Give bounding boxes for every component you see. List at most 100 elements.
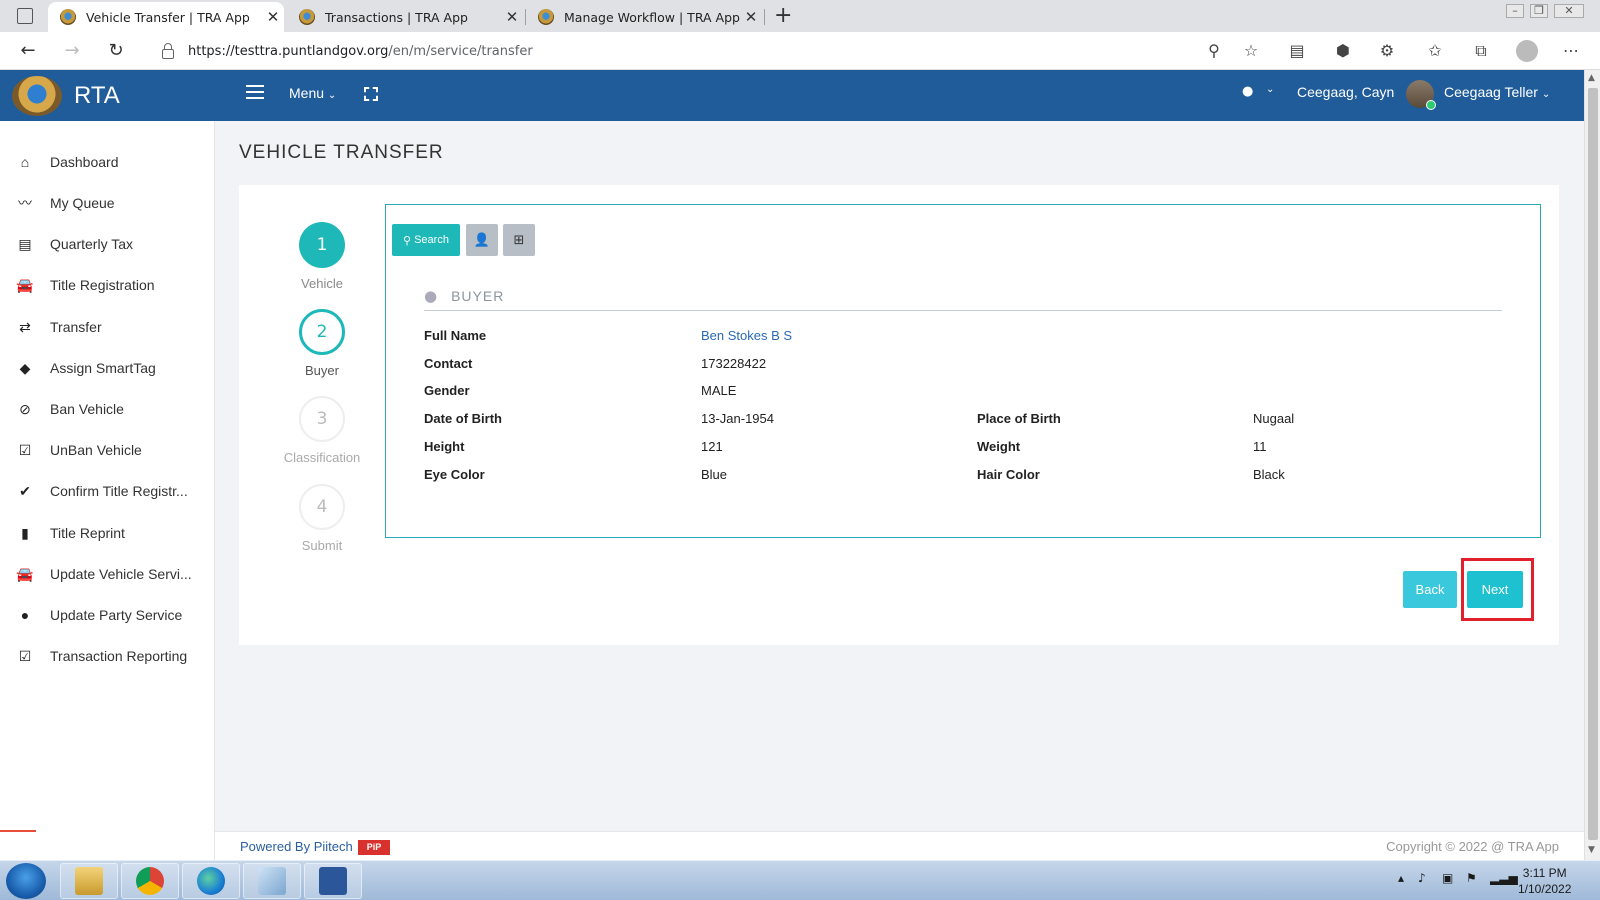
sidebar-item-assign-smarttag[interactable]: ◆ Assign SmartTag — [0, 348, 215, 388]
network-icon[interactable]: ▂▃▅ — [1490, 871, 1518, 885]
more-options-icon[interactable]: ⋯ — [1560, 41, 1582, 60]
sidebar: ⌂ Dashboard 〰 My Queue ▤ Quarterly Tax 🚘… — [0, 121, 215, 860]
taskbar-word[interactable] — [304, 863, 362, 899]
tab-vehicle-transfer[interactable]: Vehicle Transfer | TRA App ✕ — [48, 2, 284, 32]
scrollbar-thumb[interactable] — [1588, 88, 1598, 840]
add-person-button[interactable]: 👤 — [466, 224, 498, 256]
hair-color-label: Hair Color — [977, 467, 1040, 482]
close-tab-icon[interactable]: ✕ — [740, 8, 762, 26]
dob-label: Date of Birth — [424, 411, 502, 426]
laravel-debug-icon[interactable] — [0, 830, 36, 860]
close-window-icon[interactable]: ✕ — [1554, 4, 1584, 18]
minimize-icon[interactable]: – — [1506, 4, 1524, 18]
device-icon[interactable]: ▣ — [1442, 871, 1453, 885]
scroll-down-icon[interactable]: ▼ — [1588, 845, 1595, 855]
url-path: /en/m/service/transfer — [388, 43, 533, 59]
avatar[interactable] — [1406, 80, 1436, 110]
chrome-icon — [136, 867, 164, 895]
tra-favicon-icon — [538, 9, 554, 25]
username-dropdown[interactable]: Ceegaag Teller ⌄ — [1444, 84, 1550, 100]
taskbar-chrome[interactable] — [121, 863, 179, 899]
favorites-icon[interactable]: ✩ — [1424, 41, 1446, 60]
add-favorite-icon[interactable]: ☆ — [1240, 41, 1262, 60]
sidebar-item-confirm-title-registration[interactable]: ✔ Confirm Title Registr... — [0, 471, 215, 511]
tab-manage-workflow[interactable]: Manage Workflow | TRA App ✕ — [526, 2, 762, 32]
notepad-icon — [258, 867, 286, 895]
url-field[interactable]: https://testtra.puntlandgov.org/en/m/ser… — [146, 36, 1226, 66]
sidebar-item-ban-vehicle[interactable]: ⊘ Ban Vehicle — [0, 389, 215, 429]
search-button[interactable]: ⚲ Search — [392, 224, 460, 256]
scroll-up-icon[interactable]: ▲ — [1588, 73, 1595, 83]
reading-list-icon[interactable]: ▤ — [1286, 41, 1308, 60]
full-name-label: Full Name — [424, 328, 487, 343]
sidebar-item-label: Ban Vehicle — [50, 401, 124, 417]
step-classification[interactable]: 3 Classification — [262, 396, 382, 465]
sidebar-item-dashboard[interactable]: ⌂ Dashboard — [0, 142, 215, 182]
sidebar-item-transaction-reporting[interactable]: ☑ Transaction Reporting — [0, 636, 215, 676]
restore-icon[interactable]: ❐ — [1530, 4, 1548, 18]
zoom-icon[interactable]: ⚲ — [1203, 41, 1225, 60]
back-arrow-icon[interactable]: ← — [16, 40, 40, 61]
fullscreen-icon[interactable] — [364, 87, 378, 101]
sidebar-item-quarterly-tax[interactable]: ▤ Quarterly Tax — [0, 224, 215, 264]
tab-transactions[interactable]: Transactions | TRA App ✕ — [287, 2, 523, 32]
address-toolbar: ← → ↻ https://testtra.puntlandgov.org/en… — [0, 32, 1600, 70]
step-buyer[interactable]: 2 Buyer — [262, 309, 382, 378]
next-button[interactable]: Next — [1467, 571, 1523, 608]
sidebar-item-my-queue[interactable]: 〰 My Queue — [0, 183, 215, 223]
sidebar-item-title-registration[interactable]: 🚘 Title Registration — [0, 265, 215, 305]
extensions-icon[interactable]: ⚙ — [1376, 41, 1398, 60]
user-plus-icon: 👤 — [473, 232, 491, 248]
taskbar-clock[interactable]: 3:11 PM 1/10/2022 — [1518, 865, 1571, 897]
start-button-icon[interactable] — [6, 863, 46, 899]
chevron-down-icon: ⌄ — [327, 90, 337, 101]
sidebar-item-label: Update Vehicle Servi... — [50, 566, 192, 582]
volume-icon[interactable]: ♪ — [1418, 871, 1426, 885]
vertical-scrollbar[interactable]: ▲ ▼ — [1584, 70, 1600, 860]
expand-button[interactable]: ⊞ — [503, 224, 535, 256]
menu-dropdown[interactable]: Menu ⌄ — [289, 85, 336, 101]
check-icon: ✔ — [19, 482, 31, 499]
taskbar-edge[interactable] — [182, 863, 240, 899]
lock-icon[interactable] — [162, 43, 174, 59]
sidebar-item-label: Confirm Title Registr... — [50, 483, 188, 499]
full-name-value[interactable]: Ben Stokes B S — [701, 328, 792, 343]
new-tab-icon[interactable]: + — [774, 3, 792, 28]
height-value: 121 — [701, 439, 723, 454]
step-number: 1 — [299, 222, 345, 268]
profile-avatar-icon[interactable] — [1516, 40, 1538, 62]
sidebar-item-transfer[interactable]: ⇄ Transfer — [0, 307, 215, 347]
hamburger-menu-icon[interactable] — [246, 85, 264, 99]
piitech-logo-icon: PiP — [358, 840, 390, 855]
sidebar-item-unban-vehicle[interactable]: ☑ UnBan Vehicle — [0, 430, 215, 470]
sidebar-item-update-vehicle-service[interactable]: 🚘 Update Vehicle Servi... — [0, 554, 215, 594]
close-tab-icon[interactable]: ✕ — [501, 8, 523, 26]
sidebar-item-update-party-service[interactable]: ● Update Party Service — [0, 595, 215, 635]
step-vehicle[interactable]: 1 Vehicle — [262, 222, 382, 291]
back-button[interactable]: Back — [1403, 571, 1457, 608]
powered-by-link[interactable]: Powered By Piitech — [240, 839, 353, 854]
file-icon: ▮ — [21, 524, 29, 541]
eye-color-value: Blue — [701, 467, 728, 482]
sidebar-item-title-reprint[interactable]: ▮ Title Reprint — [0, 513, 215, 553]
taskbar-explorer[interactable] — [60, 863, 118, 899]
pob-label: Place of Birth — [977, 411, 1061, 426]
word-icon — [319, 867, 347, 895]
taskbar-notepad[interactable] — [243, 863, 301, 899]
step-submit[interactable]: 4 Submit — [262, 484, 382, 553]
forward-arrow-icon[interactable]: → — [60, 40, 84, 61]
shield-extension-icon[interactable]: ⬢ — [1332, 41, 1354, 60]
user-icon[interactable]: ● — [1242, 84, 1253, 99]
gender-value: MALE — [701, 383, 737, 398]
step-label: Submit — [301, 538, 343, 553]
tab-actions-icon[interactable] — [17, 8, 33, 24]
brand-name: RTA — [74, 82, 120, 109]
show-hidden-icons-icon[interactable]: ▴ — [1398, 871, 1404, 885]
chevron-down-icon[interactable]: ⌄ — [1266, 84, 1274, 95]
section-title: BUYER — [451, 287, 505, 304]
car-icon: 🚘 — [16, 276, 34, 293]
flag-icon[interactable]: ⚑ — [1466, 871, 1477, 885]
close-tab-icon[interactable]: ✕ — [262, 8, 284, 26]
collections-icon[interactable]: ⧉ — [1470, 41, 1492, 61]
refresh-icon[interactable]: ↻ — [104, 40, 128, 61]
